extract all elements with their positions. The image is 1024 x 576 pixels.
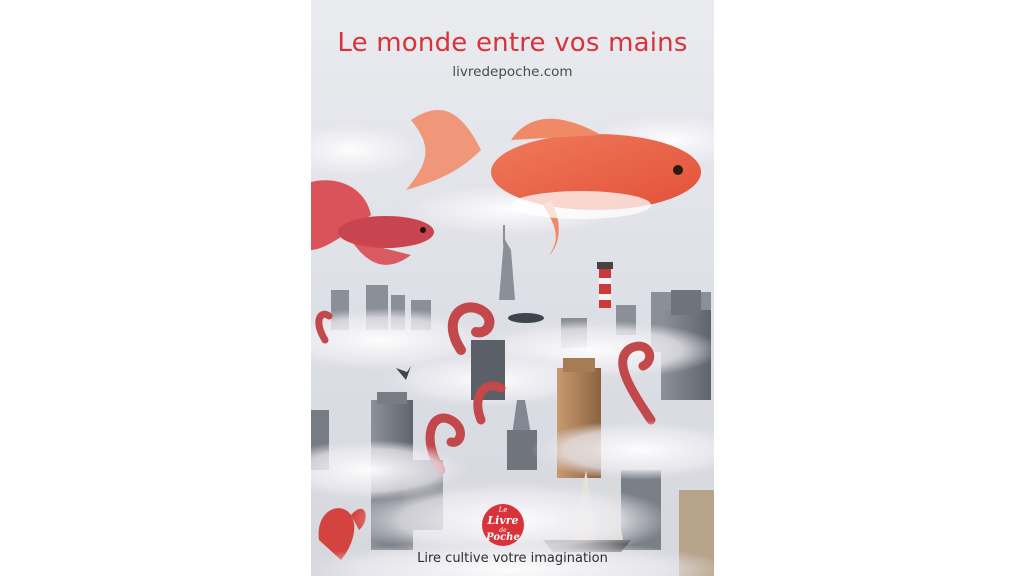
poster-illustration bbox=[311, 110, 714, 576]
poster-tagline: Lire cultive votre imagination bbox=[417, 551, 608, 566]
poster-headline: Le monde entre vos mains bbox=[337, 28, 688, 58]
website-text: livredepoche.com bbox=[452, 64, 573, 80]
betta-fish bbox=[311, 180, 434, 265]
logo-line-2: Livre bbox=[487, 514, 519, 527]
logo-line-1: Le bbox=[498, 506, 508, 514]
book-poster: Le monde entre vos mains livredepoche.co… bbox=[311, 0, 714, 576]
logo-line-4: Poche bbox=[486, 532, 520, 543]
lighthouse bbox=[597, 262, 613, 308]
le-livre-de-poche-logo: Le Livre de Poche bbox=[481, 503, 525, 547]
